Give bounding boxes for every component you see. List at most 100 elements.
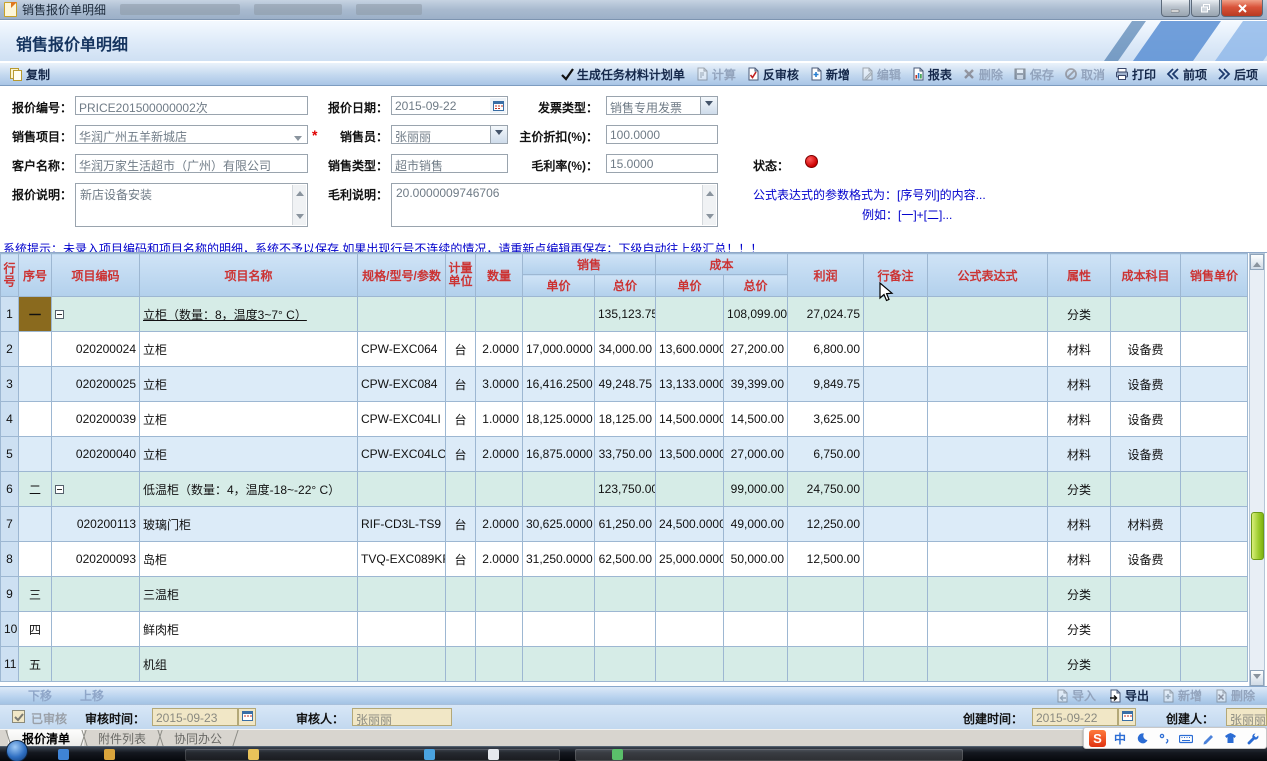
scroll-arrows[interactable]	[292, 185, 306, 225]
sale-price-cell[interactable]	[1181, 367, 1248, 402]
sale-unit-price-cell[interactable]	[523, 577, 595, 612]
qty-cell[interactable]: 2.0000	[476, 437, 523, 472]
cost-subject-cell[interactable]	[1111, 472, 1181, 507]
code-cell[interactable]: 020200093	[52, 542, 140, 577]
table-row[interactable]: 7020200113玻璃门柜RIF-CD3L-TS9台2.000030,625.…	[1, 507, 1248, 542]
col-group-cost[interactable]: 成本	[656, 254, 788, 275]
sale-price-cell[interactable]	[1181, 577, 1248, 612]
seq-cell[interactable]: 二	[19, 472, 52, 507]
profit-cell[interactable]: 6,800.00	[788, 332, 864, 367]
sale-unit-price-cell[interactable]	[523, 297, 595, 332]
sale-price-cell[interactable]	[1181, 542, 1248, 577]
sale-price-cell[interactable]	[1181, 297, 1248, 332]
cost-subject-cell[interactable]: 设备费	[1111, 332, 1181, 367]
profit-cell[interactable]: 24,750.00	[788, 472, 864, 507]
sale-total-cell[interactable]: 49,248.75	[595, 367, 656, 402]
taskbar-app-icon[interactable]	[104, 749, 115, 760]
auditor-field[interactable]: 张丽丽	[352, 708, 452, 726]
name-cell[interactable]: 立柜	[140, 437, 358, 472]
cost-unit-price-cell[interactable]: 13,500.0000	[656, 437, 724, 472]
spec-cell[interactable]: TVQ-EXC089KFSD	[358, 542, 446, 577]
cost-total-cell[interactable]: 39,399.00	[724, 367, 788, 402]
code-cell[interactable]	[52, 577, 140, 612]
sale-total-cell[interactable]: 123,750.00	[595, 472, 656, 507]
table-row[interactable]: 8020200093岛柜TVQ-EXC089KFSD台2.000031,250.…	[1, 542, 1248, 577]
table-row[interactable]: 1一立柜（数量：8，温度3~7° C）135,123.75108,099.002…	[1, 297, 1248, 332]
sale-unit-price-cell[interactable]: 30,625.0000	[523, 507, 595, 542]
sales-type-input[interactable]: 超市销售	[391, 154, 508, 173]
report-button[interactable]: 报表	[906, 64, 957, 84]
sale-price-cell[interactable]	[1181, 647, 1248, 682]
row-remark-cell[interactable]	[864, 647, 928, 682]
spec-cell[interactable]	[358, 647, 446, 682]
formula-cell[interactable]	[928, 402, 1048, 437]
chevron-down-icon[interactable]	[294, 136, 302, 144]
unit-cell[interactable]: 台	[446, 402, 476, 437]
row-number-cell[interactable]: 11	[1, 647, 19, 682]
row-number-cell[interactable]: 7	[1, 507, 19, 542]
seq-cell[interactable]	[19, 332, 52, 367]
wrench-icon[interactable]	[1244, 730, 1260, 746]
name-cell[interactable]: 鲜肉柜	[140, 612, 358, 647]
sale-price-cell[interactable]	[1181, 472, 1248, 507]
taskbar-app-icon[interactable]	[488, 749, 499, 760]
formula-cell[interactable]	[928, 542, 1048, 577]
cost-unit-price-cell[interactable]: 13,133.0000	[656, 367, 724, 402]
col-header-seq[interactable]: 序号	[19, 254, 52, 297]
quote-date-input[interactable]: 2015-09-22	[391, 96, 508, 115]
cost-total-cell[interactable]	[724, 577, 788, 612]
row-number-cell[interactable]: 8	[1, 542, 19, 577]
sales-project-select[interactable]: 华润广州五羊新城店	[75, 125, 308, 144]
unit-cell[interactable]: 台	[446, 507, 476, 542]
unit-cell[interactable]	[446, 577, 476, 612]
sale-unit-price-cell[interactable]	[523, 612, 595, 647]
spec-cell[interactable]: CPW-EXC084	[358, 367, 446, 402]
attr-cell[interactable]: 材料	[1048, 402, 1111, 437]
code-cell[interactable]	[52, 297, 140, 332]
attr-cell[interactable]: 材料	[1048, 437, 1111, 472]
spec-cell[interactable]	[358, 472, 446, 507]
qty-cell[interactable]	[476, 297, 523, 332]
formula-cell[interactable]	[928, 332, 1048, 367]
col-header-unit[interactable]: 计量单位	[446, 254, 476, 297]
qty-cell[interactable]	[476, 647, 523, 682]
tab-collaboration[interactable]: 协同办公	[160, 730, 236, 746]
profit-cell[interactable]: 27,024.75	[788, 297, 864, 332]
cost-subject-cell[interactable]	[1111, 612, 1181, 647]
unit-cell[interactable]	[446, 472, 476, 507]
generate-plan-button[interactable]: 生成任务材料计划单	[555, 64, 690, 84]
cost-subject-cell[interactable]: 设备费	[1111, 542, 1181, 577]
formula-cell[interactable]	[928, 367, 1048, 402]
name-cell[interactable]: 玻璃门柜	[140, 507, 358, 542]
copy-button[interactable]: 复制	[4, 64, 55, 84]
table-row[interactable]: 5020200040立柜CPW-EXC04LO台2.000016,875.000…	[1, 437, 1248, 472]
salesperson-select[interactable]: 张丽丽	[391, 125, 508, 144]
table-row[interactable]: 6二低温柜（数量：4，温度-18~-22° C）123,750.0099,000…	[1, 472, 1248, 507]
qty-cell[interactable]: 2.0000	[476, 507, 523, 542]
table-row[interactable]: 3020200025立柜CPW-EXC084台3.000016,416.2500…	[1, 367, 1248, 402]
cost-total-cell[interactable]: 49,000.00	[724, 507, 788, 542]
sale-unit-price-cell[interactable]: 16,416.2500	[523, 367, 595, 402]
row-remark-cell[interactable]	[864, 612, 928, 647]
profit-cell[interactable]	[788, 612, 864, 647]
sale-unit-price-cell[interactable]: 17,000.0000	[523, 332, 595, 367]
chevron-down-icon[interactable]	[490, 126, 507, 143]
margin-note-textarea[interactable]: 20.0000009746706	[391, 183, 718, 227]
attr-cell[interactable]: 材料	[1048, 332, 1111, 367]
scroll-down-button[interactable]	[1250, 670, 1264, 686]
sale-unit-price-cell[interactable]	[523, 647, 595, 682]
sale-unit-price-cell[interactable]: 18,125.0000	[523, 402, 595, 437]
cost-subject-cell[interactable]	[1111, 297, 1181, 332]
cost-subject-cell[interactable]	[1111, 577, 1181, 612]
col-header-code[interactable]: 项目编码	[52, 254, 140, 297]
code-cell[interactable]: 020200040	[52, 437, 140, 472]
move-down-button[interactable]: 下移	[28, 687, 52, 704]
collapse-icon[interactable]	[55, 310, 64, 319]
seq-cell[interactable]	[19, 437, 52, 472]
seq-cell[interactable]	[19, 367, 52, 402]
punctuation-icon[interactable]	[1156, 730, 1172, 746]
col-group-sale[interactable]: 销售	[523, 254, 656, 275]
code-cell[interactable]: 020200024	[52, 332, 140, 367]
cost-unit-price-cell[interactable]	[656, 647, 724, 682]
unit-cell[interactable]	[446, 647, 476, 682]
